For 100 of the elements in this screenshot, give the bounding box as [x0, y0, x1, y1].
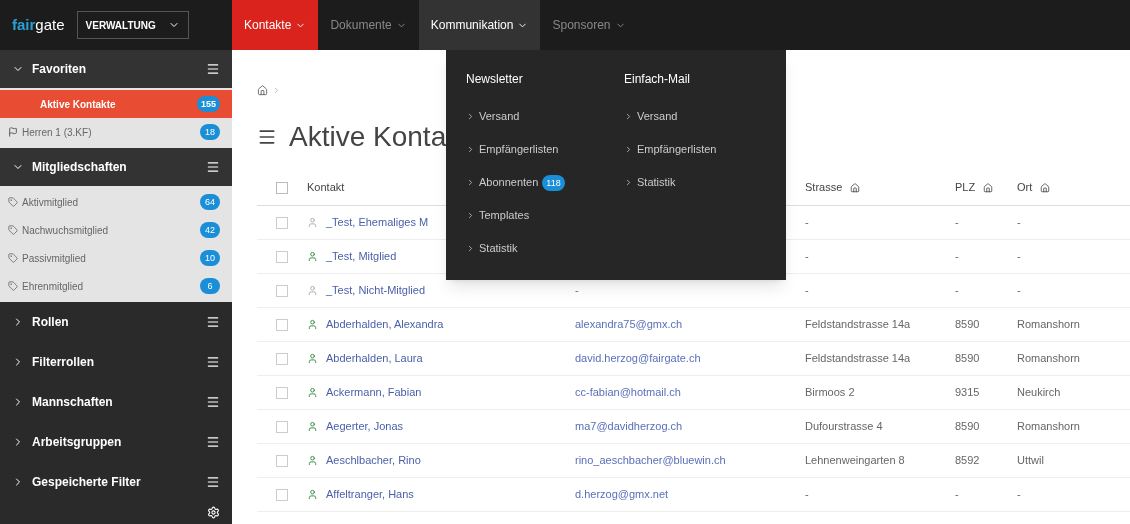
email-link[interactable]: alexandra75@gmx.ch: [575, 318, 683, 331]
checkbox[interactable]: [276, 216, 288, 229]
table-cell: -: [805, 216, 809, 229]
table-cell: -: [955, 216, 959, 229]
module-select[interactable]: VERWALTUNG: [76, 11, 189, 39]
menu-item[interactable]: Versand: [466, 100, 608, 133]
chevron-right-icon: [624, 178, 633, 187]
section-header[interactable]: Rollen: [0, 302, 232, 342]
settings-icon[interactable]: [207, 506, 220, 519]
menu-icon[interactable]: [206, 355, 220, 369]
nav-tab[interactable]: Kommunikation: [418, 0, 541, 50]
flag-icon: [8, 127, 18, 137]
checkbox[interactable]: [276, 488, 288, 501]
email-link[interactable]: cc-fabian@hotmail.ch: [575, 386, 681, 399]
sidebar-item[interactable]: Aktive Kontakte 155: [0, 90, 232, 118]
contact-link[interactable]: Aegerter, Jonas: [326, 418, 404, 435]
tag-icon: [8, 281, 18, 291]
logo[interactable]: fairgate: [12, 13, 65, 37]
checkbox[interactable]: [276, 420, 288, 433]
column-header[interactable]: Strasse: [805, 179, 843, 196]
table-cell: -: [955, 488, 959, 501]
menu-icon[interactable]: [206, 160, 220, 174]
column-header[interactable]: PLZ: [955, 179, 976, 196]
section-header[interactable]: Arbeitsgruppen: [0, 422, 232, 462]
checkbox[interactable]: [276, 352, 288, 365]
nav-tab[interactable]: Kontakte: [232, 0, 319, 50]
section-header[interactable]: Gespeicherte Filter: [0, 462, 232, 502]
checkbox[interactable]: [276, 386, 288, 399]
breadcrumb-separator-icon: [272, 85, 281, 95]
menu-item[interactable]: Empfängerlisten: [466, 133, 608, 166]
chevron-right-icon: [466, 178, 475, 187]
table-cell: -: [805, 488, 809, 501]
contact-link[interactable]: Affeltranger, Hans: [326, 486, 414, 503]
sidebar-item[interactable]: Herren 1 (3.KF) 18: [0, 118, 232, 146]
email-link[interactable]: -: [575, 284, 579, 297]
menu-icon[interactable]: [206, 315, 220, 329]
home-icon[interactable]: [257, 84, 268, 96]
email-link[interactable]: david.herzog@fairgate.ch: [575, 352, 701, 365]
menu-heading: Newsletter: [466, 71, 524, 88]
table-cell: -: [1017, 488, 1021, 501]
home-icon: [850, 182, 861, 193]
menu-icon[interactable]: [206, 62, 220, 76]
checkbox[interactable]: [276, 318, 288, 331]
sidebar-item[interactable]: Nachwuchsmitglied 42: [0, 216, 232, 244]
contact-link[interactable]: _Test, Mitglied: [326, 248, 397, 265]
checkbox[interactable]: [276, 454, 288, 467]
menu-item[interactable]: Statistik: [466, 232, 608, 265]
contact-link[interactable]: Aeschlbacher, Rino: [326, 452, 421, 469]
email-link[interactable]: ma7@davidherzog.ch: [575, 420, 683, 433]
checkbox[interactable]: [276, 284, 288, 297]
sidebar-item[interactable]: Passivmitglied 10: [0, 244, 232, 272]
menu-item[interactable]: Statistik: [624, 166, 766, 199]
nav-tab[interactable]: Dokumente: [318, 0, 419, 50]
table-cell: Romanshorn: [1017, 318, 1080, 331]
sidebar-item[interactable]: Ehrenmitglied 6: [0, 272, 232, 300]
menu-item[interactable]: Versand: [624, 100, 766, 133]
table-cell: Feldstandstrasse 14a: [805, 318, 911, 331]
contact-link[interactable]: _Test, Nicht-Mitglied: [326, 282, 426, 299]
table-cell: Lehnenweingarten 8: [805, 454, 905, 467]
section-header[interactable]: Filterrollen: [0, 342, 232, 382]
contact-link[interactable]: Abderhalden, Alexandra: [326, 316, 444, 333]
table-cell: Romanshorn: [1017, 352, 1080, 365]
table-cell: Romanshorn: [1017, 420, 1080, 433]
table-cell: Birmoos 2: [805, 386, 855, 399]
email-link[interactable]: d.herzog@gmx.net: [575, 488, 669, 501]
menu-item[interactable]: Templates: [466, 199, 608, 232]
page-title: Aktive Konta: [289, 120, 447, 154]
checkbox[interactable]: [276, 250, 288, 263]
home-icon: [983, 182, 994, 193]
tag-icon: [8, 253, 18, 263]
menu-icon[interactable]: [257, 127, 277, 147]
column-header[interactable]: Ort: [1017, 179, 1033, 196]
menu-item[interactable]: Abonnenten 118: [466, 166, 608, 199]
column-header[interactable]: Kontakt: [307, 179, 345, 196]
menu-icon[interactable]: [206, 435, 220, 449]
chevron-right-icon: [466, 112, 475, 121]
chevron-right-icon: [624, 145, 633, 154]
count-badge: 118: [542, 174, 565, 191]
count-badge: 10: [200, 250, 220, 266]
menu-heading: Einfach-Mail: [624, 71, 692, 88]
email-link[interactable]: rino_aeschbacher@bluewin.ch: [575, 454, 726, 467]
contact-link[interactable]: Abderhalden, Laura: [326, 350, 423, 367]
table-cell: Neukirch: [1017, 386, 1061, 399]
table-cell: -: [1017, 250, 1021, 263]
count-badge: 18: [200, 124, 220, 140]
table-cell: Dufourstrasse 4: [805, 420, 883, 433]
nav-tab[interactable]: Sponsoren: [540, 0, 638, 50]
contact-link[interactable]: Ackermann, Fabian: [326, 384, 422, 401]
table-cell: -: [805, 250, 809, 263]
section-header[interactable]: Mitgliedschaften: [0, 148, 232, 186]
menu-item[interactable]: Empfängerlisten: [624, 133, 766, 166]
section-header[interactable]: Favoriten: [0, 50, 232, 88]
chevron-right-icon: [624, 112, 633, 121]
section-header[interactable]: Mannschaften: [0, 382, 232, 422]
contact-link[interactable]: _Test, Ehemaliges M: [326, 214, 429, 231]
sidebar-item[interactable]: Aktivmitglied 64: [0, 188, 232, 216]
menu-icon[interactable]: [206, 395, 220, 409]
checkbox[interactable]: [276, 181, 288, 194]
menu-icon[interactable]: [206, 475, 220, 489]
table-cell: 8590: [955, 318, 980, 331]
